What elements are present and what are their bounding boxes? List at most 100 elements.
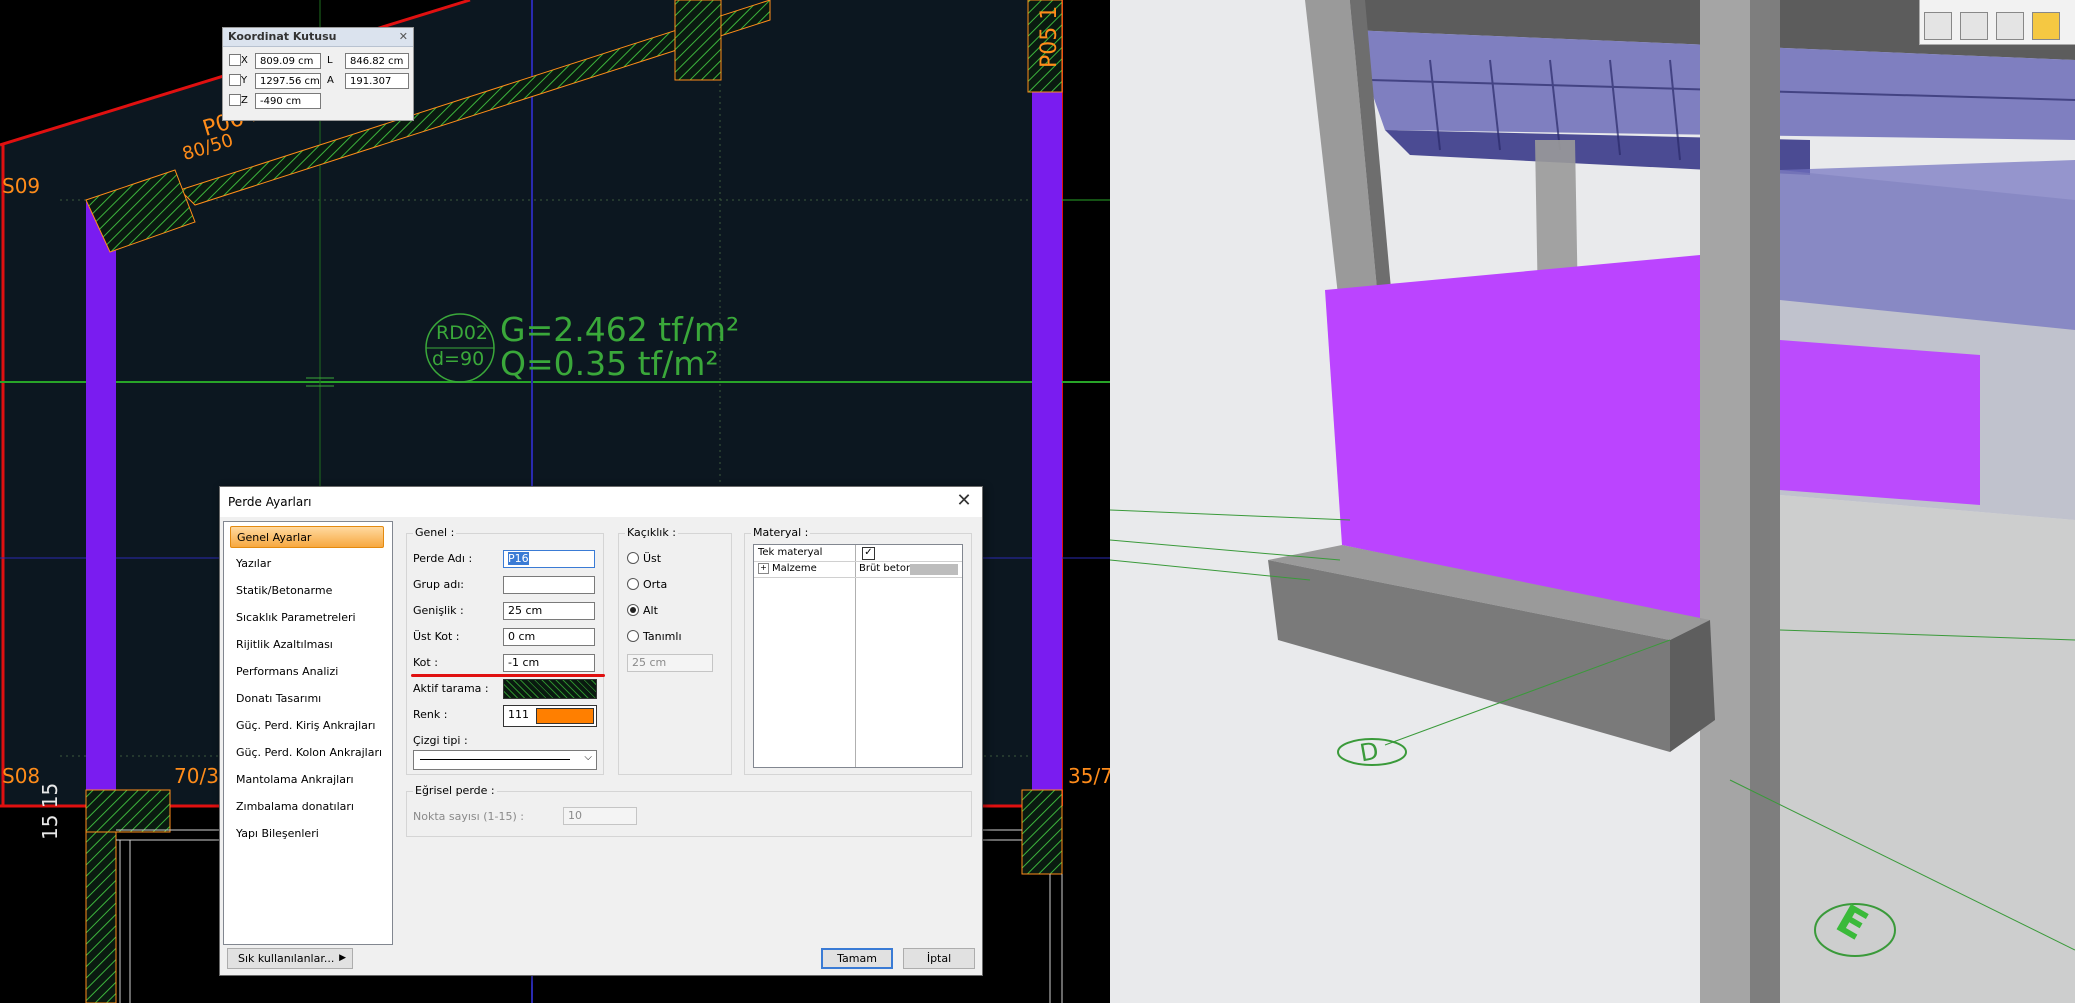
nav-item-statik[interactable]: Statik/Betonarme (230, 580, 384, 602)
grid-label-s09: S09 (2, 174, 41, 198)
nokta-sayisi-input[interactable]: 10 (563, 807, 637, 825)
column-label: P05 1 (1037, 5, 1062, 68)
favorites-label: Sık kullanılanlar... (238, 952, 335, 965)
cancel-button[interactable]: İptal (903, 948, 975, 969)
color-swatch (536, 708, 594, 724)
nav-item-donati[interactable]: Donatı Tasarımı (230, 688, 384, 710)
3d-view[interactable]: D E (1110, 0, 2075, 1003)
favorites-button[interactable]: Sık kullanılanlar... ▶ (227, 948, 353, 969)
radio-tanimli[interactable] (627, 630, 639, 642)
wall-settings-dialog[interactable]: Perde Ayarları ✕ Genel Ayarlar Yazılar S… (219, 486, 983, 976)
radio-alt-label: Alt (643, 604, 658, 617)
materyal-group-title: Materyal : (751, 526, 811, 539)
line-type-preview (420, 759, 570, 760)
z-label: Z (241, 95, 248, 106)
dimension-vertical: 15 15 (38, 782, 62, 840)
l-value-field[interactable]: 846.82 cm (345, 53, 409, 69)
ust-kot-label: Üst Kot : (413, 630, 460, 643)
aktif-tarama-label: Aktif tarama : (413, 682, 489, 695)
a-label: A (327, 75, 334, 86)
x-checkbox[interactable] (229, 54, 241, 66)
kot-input[interactable]: -1 cm (503, 654, 595, 672)
3d-view-toolbar (1919, 0, 2075, 45)
nav-item-kolon-ankraj[interactable]: Güç. Perd. Kolon Ankrajları (230, 742, 384, 764)
genislik-input[interactable]: 25 cm (503, 602, 595, 620)
coordinate-box-title: Koordinat Kutusu (228, 30, 337, 43)
tek-materyal-checkbox[interactable]: ✓ (862, 547, 875, 560)
kaciklik-group: Kaçıklık : Üst Orta Alt Tanımlı 25 cm (618, 526, 732, 775)
genel-group: Genel : Perde Adı : P16 Grup adı: Genişl… (406, 526, 605, 775)
nav-item-rijitlik[interactable]: Rijitlik Azaltılması (230, 634, 384, 656)
ok-button[interactable]: Tamam (821, 948, 893, 969)
hatch-pattern-picker[interactable] (503, 679, 597, 699)
a-value-field[interactable]: 191.307 (345, 73, 409, 89)
kot-label: Kot : (413, 656, 438, 669)
close-icon[interactable]: ✕ (954, 491, 974, 511)
grup-adi-label: Grup adı: (413, 578, 464, 591)
tanimli-input[interactable]: 25 cm (627, 654, 713, 672)
coordinate-box-titlebar[interactable]: Koordinat Kutusu ✕ (223, 28, 413, 47)
z-value-field[interactable]: -490 cm (255, 93, 321, 109)
grup-adi-input[interactable] (503, 576, 595, 594)
x-label: X (241, 55, 248, 66)
color-picker[interactable]: 111 (503, 705, 597, 727)
settings-nav: Genel Ayarlar Yazılar Statik/Betonarme S… (223, 521, 393, 945)
radio-tanimli-label: Tanımlı (643, 630, 682, 643)
malzeme-value[interactable]: Brüt beton (859, 563, 912, 574)
perde-adi-value: P16 (508, 552, 529, 565)
line-type-select[interactable]: ⌵ (413, 750, 597, 770)
material-swatch (910, 564, 958, 575)
live-load-label: Q=0.35 tf/m² (500, 344, 719, 383)
nav-item-kiris-ankraj[interactable]: Güç. Perd. Kiriş Ankrajları (230, 715, 384, 737)
perde-adi-label: Perde Adı : (413, 552, 473, 565)
close-icon[interactable]: ✕ (399, 28, 408, 46)
dialog-title: Perde Ayarları (228, 495, 312, 509)
3d-model-render (1110, 0, 2075, 1003)
kot-underline (411, 674, 605, 677)
nav-item-genel-ayarlar[interactable]: Genel Ayarlar (230, 526, 384, 548)
material-table: Tek materyal ✓ + Malzeme Brüt beton (753, 544, 963, 768)
dimension-label-right: 35/70 (1068, 764, 1110, 788)
filmstrip-icon[interactable] (1924, 12, 1952, 40)
slab-name: RD02 (436, 322, 489, 344)
y-value-field[interactable]: 1297.56 cm (255, 73, 321, 89)
nav-item-yapi-bilesenleri[interactable]: Yapı Bileşenleri (230, 823, 384, 845)
materyal-group: Materyal : Tek materyal ✓ + Malzeme Brüt… (744, 526, 972, 775)
l-label: L (327, 55, 333, 66)
y-checkbox[interactable] (229, 74, 241, 86)
grid-label-s08: S08 (2, 764, 41, 788)
slab-thickness: d=90 (432, 348, 485, 370)
slab-icon[interactable] (2032, 12, 2060, 40)
x-value-field[interactable]: 809.09 cm (255, 53, 321, 69)
ust-kot-input[interactable]: 0 cm (503, 628, 595, 646)
chevron-down-icon: ⌵ (584, 752, 592, 763)
genel-group-title: Genel : (413, 526, 457, 539)
y-label: Y (241, 75, 248, 86)
renk-label: Renk : (413, 708, 448, 721)
coordinate-box[interactable]: Koordinat Kutusu ✕ X 809.09 cm L 846.82 … (222, 27, 414, 121)
radio-alt[interactable] (627, 604, 639, 616)
radio-orta-label: Orta (643, 578, 668, 591)
radio-orta[interactable] (627, 578, 639, 590)
nav-item-performans[interactable]: Performans Analizi (230, 661, 384, 683)
nokta-sayisi-label: Nokta sayısı (1-15) : (413, 810, 524, 823)
z-checkbox[interactable] (229, 94, 241, 106)
genislik-label: Genişlik : (413, 604, 464, 617)
nav-item-sicaklik[interactable]: Sıcaklık Parametreleri (230, 607, 384, 629)
egrisel-group: Eğrisel perde : Nokta sayısı (1-15) : 10 (406, 784, 972, 837)
tek-materyal-label: Tek materyal (758, 547, 823, 558)
curtain-icon[interactable] (1960, 12, 1988, 40)
malzeme-label: Malzeme (772, 563, 817, 574)
radio-ust[interactable] (627, 552, 639, 564)
chevron-right-icon: ▶ (339, 953, 346, 963)
egrisel-group-title: Eğrisel perde : (413, 784, 497, 797)
radio-ust-label: Üst (643, 552, 662, 565)
nav-item-mantolama[interactable]: Mantolama Ankrajları (230, 769, 384, 791)
dialog-titlebar[interactable]: Perde Ayarları ✕ (220, 487, 982, 517)
nav-item-zimbalama[interactable]: Zımbalama donatıları (230, 796, 384, 818)
expand-icon[interactable]: + (758, 563, 769, 574)
door-icon[interactable] (1996, 12, 2024, 40)
nav-item-yazilar[interactable]: Yazılar (230, 553, 384, 575)
perde-adi-input[interactable]: P16 (503, 550, 595, 568)
cizgi-tipi-label: Çizgi tipi : (413, 734, 468, 747)
